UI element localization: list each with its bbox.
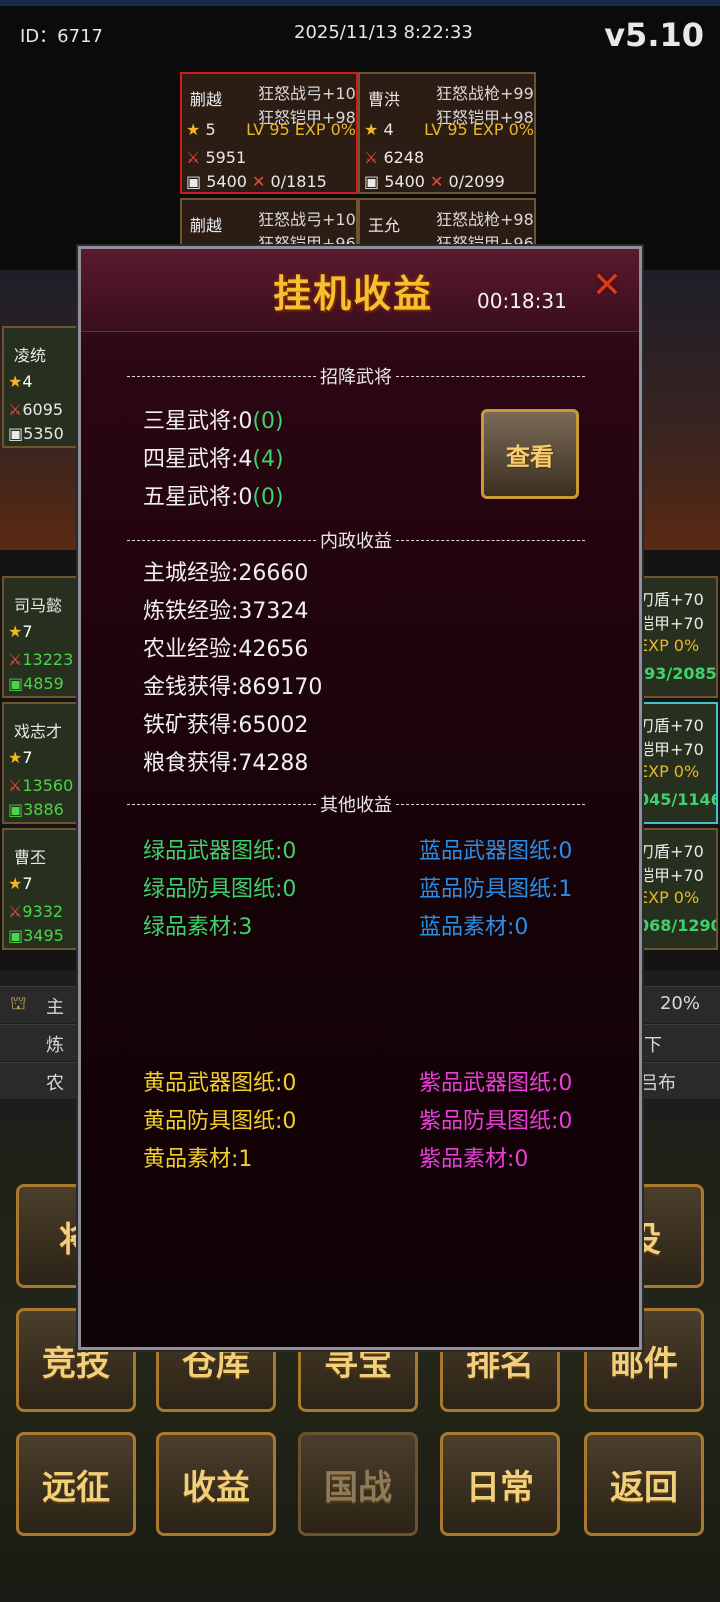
domestic-line: 粮食获得:74288 bbox=[143, 751, 309, 776]
section-divider: 其他收益 bbox=[127, 791, 585, 817]
general-name: 司马懿 bbox=[14, 596, 63, 615]
back-button[interactable]: 返回 bbox=[584, 1432, 704, 1536]
sword-icon: ⚔ bbox=[186, 148, 201, 167]
general-card[interactable]: 刀盾+70 铠甲+70 EXP 0% 045/11461 bbox=[632, 702, 718, 824]
attack-row: ⚔ 5951 bbox=[186, 148, 247, 167]
sword-icon: ⚔ bbox=[8, 776, 23, 795]
domestic-line: 炼铁经验:37324 bbox=[143, 599, 309, 624]
idle-timer: 00:18:31 bbox=[477, 289, 567, 313]
domestic-line: 金钱获得:869170 bbox=[143, 675, 323, 700]
sword-icon: ⚔ bbox=[364, 148, 379, 167]
general-name: 蒯越 bbox=[190, 216, 223, 235]
armor-icon: ▣ bbox=[8, 674, 24, 693]
recruit-line: 四星武将:4(4) bbox=[143, 447, 284, 472]
expedition-button[interactable]: 远征 bbox=[16, 1432, 136, 1536]
general-name: 王允 bbox=[368, 216, 401, 235]
armor-icon: ▣ bbox=[364, 172, 380, 191]
domestic-line: 农业经验:42656 bbox=[143, 637, 309, 662]
defense-row: ▣ 5400 ✕ 0/2099 bbox=[364, 172, 505, 191]
armor-icon: ▣ bbox=[186, 172, 202, 191]
general-card[interactable]: 蒯越 狂怒战弓+100 狂怒铠甲+98 ★ 5 LV 95 EXP 0% ⚔ 59… bbox=[180, 72, 358, 194]
domestic-line: 铁矿获得:65002 bbox=[143, 713, 309, 738]
star-icon: ★ bbox=[8, 372, 23, 391]
general-name: 凌统 bbox=[14, 346, 47, 365]
general-name: 曹丕 bbox=[14, 848, 47, 867]
close-icon[interactable]: ✕ bbox=[589, 265, 625, 306]
star-icon: ★ bbox=[8, 748, 23, 767]
attack-row: ⚔ 6248 bbox=[364, 148, 425, 167]
armor-icon: ▣ bbox=[8, 424, 24, 443]
daily-button[interactable]: 日常 bbox=[440, 1432, 560, 1536]
national-war-button[interactable]: 国战 bbox=[298, 1432, 418, 1536]
yellow-item-line: 黄品防具图纸:0 bbox=[143, 1109, 297, 1134]
general-name: 戏志才 bbox=[14, 722, 63, 741]
general-card[interactable]: 曹丕 ★7 ⚔9332 ▣3495 bbox=[2, 828, 78, 950]
star-icon: ★ bbox=[186, 120, 201, 139]
general-card[interactable]: 凌统 ★4 ⚔6095 ▣5350 bbox=[2, 326, 78, 448]
recruit-line: 五星武将:0(0) bbox=[143, 485, 284, 510]
top-status-strip bbox=[0, 0, 720, 6]
star-icon: ★ bbox=[364, 120, 379, 139]
green-item-line: 绿品防具图纸:0 bbox=[143, 877, 297, 902]
dialog-title: 挂机收益 bbox=[273, 272, 434, 316]
blue-item-line: 蓝品武器图纸:0 bbox=[419, 839, 573, 864]
star-level-row: ★ 4 LV 95 EXP 0% bbox=[364, 120, 534, 139]
section-divider: 招降武将 bbox=[127, 363, 585, 389]
purple-item-line: 紫品武器图纸:0 bbox=[419, 1071, 573, 1096]
star-level-row: ★ 5 LV 95 EXP 0% bbox=[186, 120, 356, 139]
version-label: v5.10 bbox=[604, 16, 704, 54]
domestic-line: 主城经验:26660 bbox=[143, 561, 309, 586]
idle-earnings-dialog: 挂机收益 00:18:31 ✕ 招降武将 三星武将:0(0) 四星武将:4(4)… bbox=[78, 246, 642, 1350]
general-card[interactable]: 曹洪 狂怒战枪+99 狂怒铠甲+98 ★ 4 LV 95 EXP 0% ⚔ 624… bbox=[358, 72, 536, 194]
recruit-line: 三星武将:0(0) bbox=[143, 409, 284, 434]
general-card[interactable]: 刀盾+70 铠甲+70 EXP 0% 068/12907 bbox=[632, 828, 718, 950]
defense-row: ▣ 5400 ✕ 0/1815 bbox=[186, 172, 327, 191]
player-id: ID：6717 bbox=[20, 26, 103, 47]
purple-item-line: 紫品防具图纸:0 bbox=[419, 1109, 573, 1134]
section-divider: 内政收益 bbox=[127, 527, 585, 553]
star-icon: ★ bbox=[8, 622, 23, 641]
sword-icon: ⚔ bbox=[8, 400, 23, 419]
green-item-line: 绿品素材:3 bbox=[143, 915, 253, 940]
yellow-item-line: 黄品素材:1 bbox=[143, 1147, 253, 1172]
datetime: 2025/11/13 8:22:33 bbox=[294, 22, 473, 43]
purple-item-line: 紫品素材:0 bbox=[419, 1147, 529, 1172]
sword-icon: ⚔ bbox=[8, 902, 23, 921]
yellow-item-line: 黄品武器图纸:0 bbox=[143, 1071, 297, 1096]
sword-icon: ⚔ bbox=[8, 650, 23, 669]
green-item-line: 绿品武器图纸:0 bbox=[143, 839, 297, 864]
earnings-button[interactable]: 收益 bbox=[156, 1432, 276, 1536]
general-name: 蒯越 bbox=[190, 90, 223, 109]
blue-item-line: 蓝品防具图纸:1 bbox=[419, 877, 573, 902]
general-name: 曹洪 bbox=[368, 90, 401, 109]
general-card[interactable]: 刀盾+70 铠甲+70 EXP 0% .93/20853 bbox=[632, 576, 718, 698]
castle-icon: ⛫ bbox=[10, 993, 27, 1014]
general-card[interactable]: 戏志才 ★7 ⚔13560 ▣3886 bbox=[2, 702, 78, 824]
armor-icon: ▣ bbox=[8, 800, 24, 819]
blue-item-line: 蓝品素材:0 bbox=[419, 915, 529, 940]
view-button[interactable]: 查看 bbox=[481, 409, 579, 499]
armor-icon: ▣ bbox=[8, 926, 24, 945]
general-card[interactable]: 司马懿 ★7 ⚔13223 ▣4859 bbox=[2, 576, 78, 698]
star-icon: ★ bbox=[8, 874, 23, 893]
